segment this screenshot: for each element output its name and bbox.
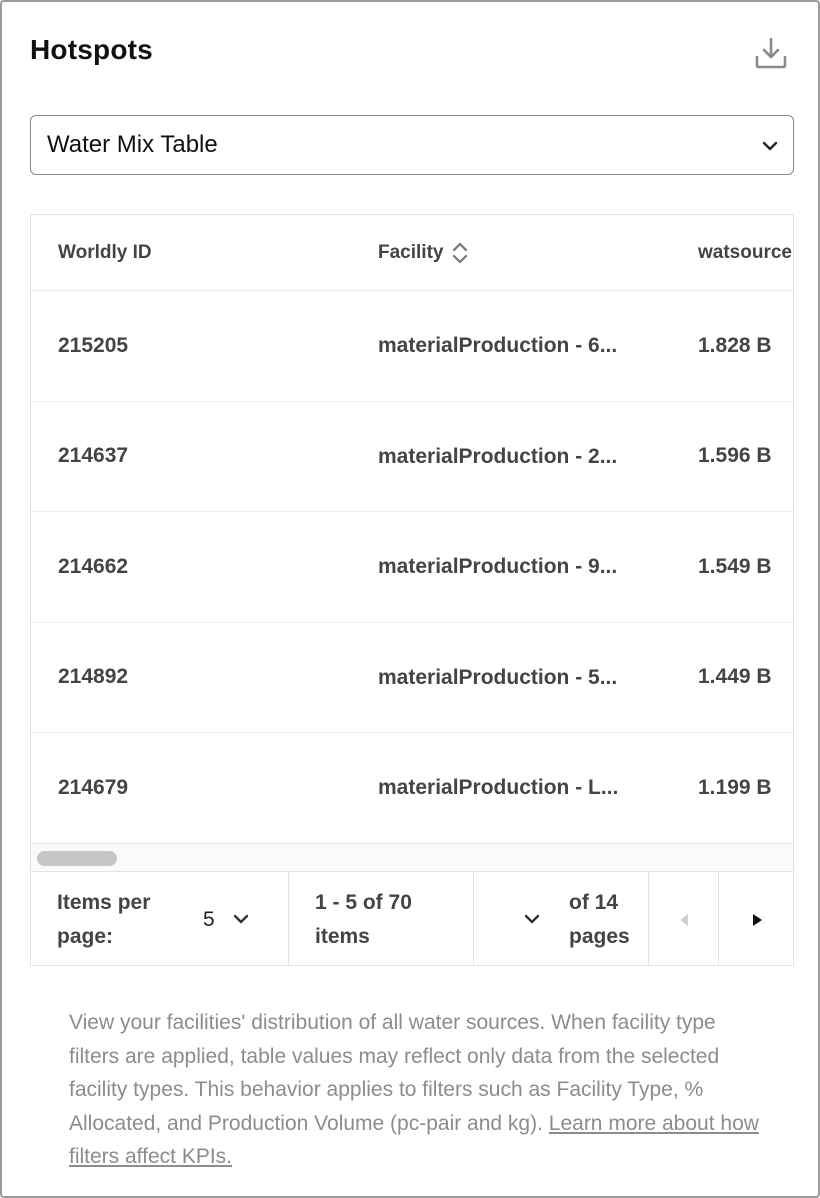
- cell-worldly-id: 214637: [58, 444, 129, 468]
- cell-facility: materialProduction - 6...: [378, 334, 618, 357]
- item-range: 1 - 5 of 70 items: [289, 872, 474, 965]
- cell-watsource: 1.449 B: [698, 665, 772, 689]
- column-header-watsource: watsource: [698, 242, 792, 263]
- cell-worldly-id: 215205: [58, 333, 129, 357]
- cell-watsource: 1.549 B: [698, 554, 772, 578]
- next-page-button[interactable]: [719, 872, 793, 965]
- horizontal-scrollbar[interactable]: [31, 843, 793, 871]
- cell-facility: materialProduction - 9...: [378, 555, 618, 578]
- cell-worldly-id: 214662: [58, 554, 129, 578]
- item-range-label: 1 - 5 of 70 items: [315, 891, 412, 948]
- column-header-facility[interactable]: Facility: [378, 215, 469, 291]
- items-per-page: Items per page: 5: [31, 872, 289, 965]
- sort-icon: [453, 242, 468, 264]
- column-header-worldly-id: Worldly ID: [58, 242, 152, 263]
- pagination: Items per page: 5 1 - 5 of 70 items of 1…: [31, 871, 793, 965]
- chevron-down-icon: [762, 141, 778, 151]
- chevron-down-icon[interactable]: [522, 909, 542, 929]
- chevron-down-icon[interactable]: [231, 909, 251, 929]
- table-row[interactable]: 214637 materialProduction - 2... 1.596 B: [31, 402, 793, 512]
- cell-watsource: 1.828 B: [698, 333, 772, 357]
- download-button[interactable]: [752, 34, 790, 72]
- table-row[interactable]: 215205 materialProduction - 6... 1.828 B: [31, 291, 793, 402]
- panel-title: Hotspots: [30, 34, 153, 65]
- cell-facility: materialProduction - 5...: [378, 665, 618, 689]
- table-row[interactable]: 214892 materialProduction - 5... 1.449 B: [31, 623, 793, 733]
- cell-facility: materialProduction - L...: [378, 776, 619, 799]
- table-row[interactable]: 214679 materialProduction - L... 1.199 B: [31, 733, 793, 844]
- cell-worldly-id: 214892: [58, 665, 129, 689]
- table-row[interactable]: 214662 materialProduction - 9... 1.549 B: [31, 512, 793, 623]
- scrollbar-thumb[interactable]: [37, 851, 117, 866]
- previous-page-button[interactable]: [649, 872, 719, 965]
- view-select[interactable]: Water Mix Table: [30, 115, 794, 175]
- column-header-facility-label: Facility: [378, 242, 444, 263]
- total-pages-label: of 14 pages: [569, 891, 630, 948]
- triangle-right-icon: [753, 914, 762, 926]
- hotspots-panel: Hotspots Water Mix Table Worldly ID Faci…: [0, 0, 820, 1198]
- cell-watsource: 1.199 B: [698, 775, 772, 799]
- triangle-left-icon: [679, 914, 688, 926]
- items-per-page-label: Items per page:: [57, 891, 151, 948]
- cell-worldly-id: 214679: [58, 775, 129, 799]
- table-header: Worldly ID Facility watsource: [31, 215, 793, 291]
- download-icon: [755, 37, 787, 69]
- water-mix-table: Worldly ID Facility watsource 215205 mat…: [30, 214, 794, 966]
- description-text: View your facilities' distribution of al…: [69, 1006, 769, 1174]
- page-select[interactable]: of 14 pages: [474, 872, 649, 965]
- items-per-page-value[interactable]: 5: [203, 903, 215, 937]
- view-select-value: Water Mix Table: [47, 131, 218, 158]
- cell-watsource: 1.596 B: [698, 444, 772, 468]
- cell-facility: materialProduction - 2...: [378, 444, 618, 468]
